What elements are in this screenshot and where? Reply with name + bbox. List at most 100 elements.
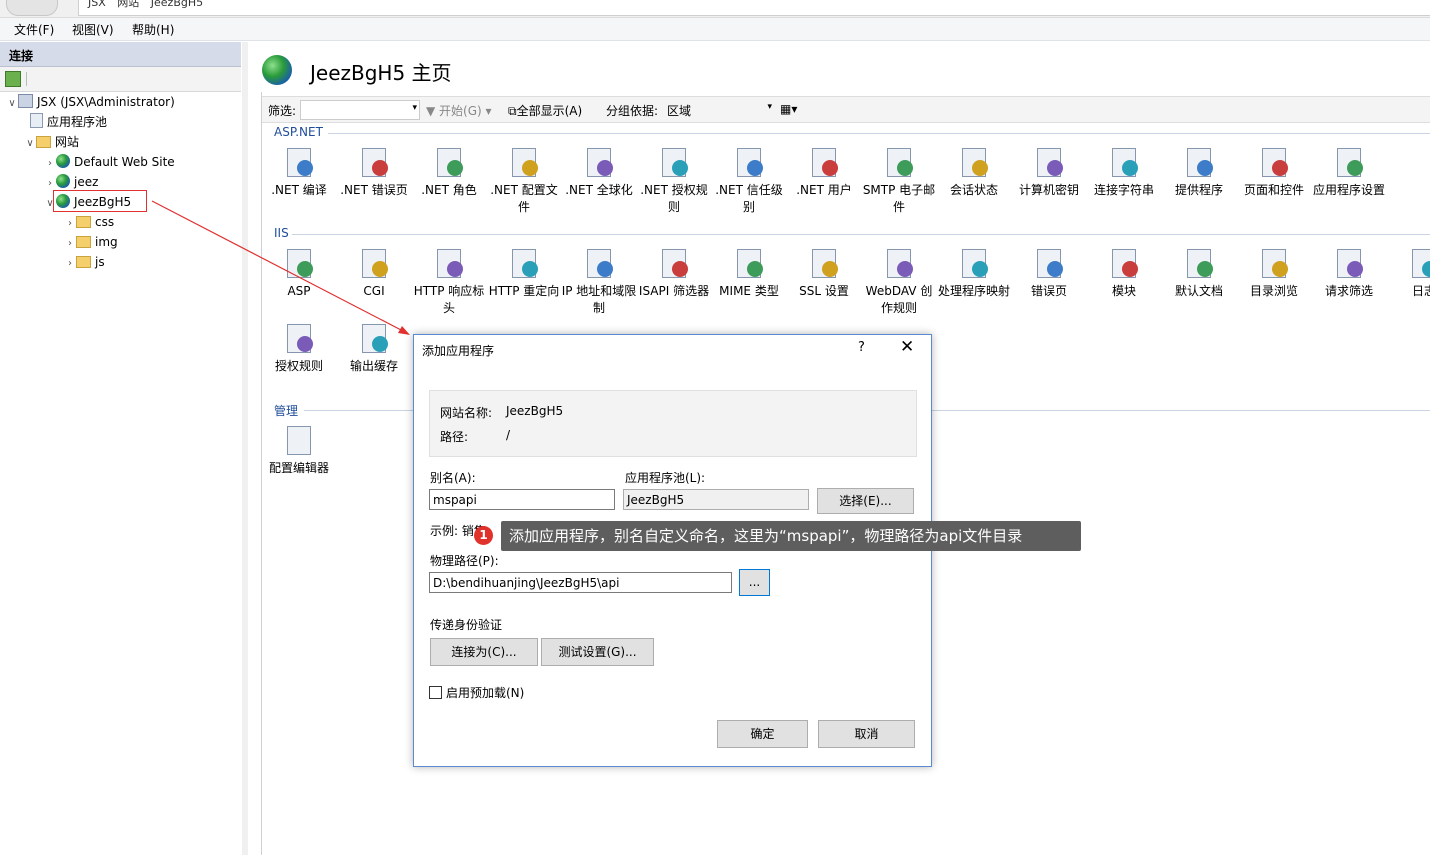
feature-label: 目录浏览: [1249, 284, 1298, 298]
group-by-value: 区域: [667, 104, 692, 118]
connections-panel: 连接 ∨ JSX (JSX\Administrator) 应用程序池 ∨ 网站 › D…: [0, 42, 243, 855]
select-app-pool-button[interactable]: 选择(E)...: [817, 488, 914, 514]
tree-folder-img[interactable]: › img: [64, 233, 118, 251]
crumb-server[interactable]: JSX: [88, 0, 106, 9]
tree-js-label: js: [95, 255, 105, 269]
feature-icon: [1408, 247, 1430, 279]
path-value: /: [506, 428, 511, 442]
expand-icon[interactable]: ›: [64, 235, 76, 253]
feature-item[interactable]: WebDAV 创作规则: [861, 247, 937, 317]
feature-item[interactable]: MIME 类型: [711, 247, 787, 300]
site-info-box: 网站名称: JeezBgH5 路径: /: [429, 390, 917, 457]
ok-button[interactable]: 确定: [717, 720, 808, 748]
feature-item[interactable]: IP 地址和域限制: [561, 247, 637, 317]
collapse-icon[interactable]: ∨: [6, 95, 18, 113]
feature-item[interactable]: 连接字符串: [1086, 146, 1162, 199]
test-settings-button[interactable]: 测试设置(G)...: [541, 638, 654, 666]
address-field[interactable]: [78, 0, 1430, 16]
feature-config-editor[interactable]: 配置编辑器: [261, 424, 337, 477]
feature-item[interactable]: 输出缓存: [336, 322, 412, 375]
feature-item[interactable]: .NET 授权规则: [636, 146, 712, 216]
tree-app-pools[interactable]: 应用程序池: [30, 113, 107, 131]
alias-label: 别名(A):: [430, 471, 476, 485]
feature-item[interactable]: HTTP 响应标头: [411, 247, 487, 317]
feature-icon: [1258, 247, 1290, 279]
menu-view[interactable]: 视图(V): [72, 21, 114, 38]
close-button[interactable]: ✕: [900, 337, 914, 357]
feature-item[interactable]: 日志: [1386, 247, 1430, 300]
feature-label: 模块: [1111, 284, 1136, 298]
group-by-select[interactable]: 区域 ▾: [664, 100, 774, 118]
menu-help[interactable]: 帮助(H): [132, 21, 174, 38]
feature-item[interactable]: 处理程序映射: [936, 247, 1012, 300]
feature-icon: [883, 146, 915, 178]
new-connection-icon[interactable]: [5, 71, 21, 87]
feature-item[interactable]: .NET 配置文件: [486, 146, 562, 216]
feature-item[interactable]: .NET 角色: [411, 146, 487, 199]
dialog-title: 添加应用程序: [422, 344, 495, 358]
feature-icon: [283, 247, 315, 279]
feature-item[interactable]: 默认文档: [1161, 247, 1237, 300]
back-forward-buttons[interactable]: [6, 0, 58, 16]
feature-item[interactable]: .NET 编译: [261, 146, 337, 199]
show-all-button[interactable]: ⧉全部显示(A): [508, 102, 582, 119]
feature-item[interactable]: .NET 信任级别: [711, 146, 787, 216]
filter-go-button[interactable]: ▼ 开始(G) ▾: [426, 102, 492, 119]
feature-item[interactable]: HTTP 重定向: [486, 247, 562, 300]
pass-through-label: 传递身份验证: [430, 618, 503, 632]
feature-item[interactable]: .NET 全球化: [561, 146, 637, 199]
expand-icon[interactable]: ›: [64, 255, 76, 273]
globe-icon: [56, 154, 70, 168]
tree-site-jeez[interactable]: › jeez: [44, 173, 98, 191]
feature-icon: [508, 146, 540, 178]
tree-folder-js[interactable]: › js: [64, 253, 105, 271]
feature-item[interactable]: 模块: [1086, 247, 1162, 300]
feature-item[interactable]: 页面和控件: [1236, 146, 1312, 199]
feature-item[interactable]: 错误页: [1011, 247, 1087, 300]
feature-label: 页面和控件: [1243, 183, 1304, 197]
feature-item[interactable]: SMTP 电子邮件: [861, 146, 937, 216]
feature-item[interactable]: 提供程序: [1161, 146, 1237, 199]
alias-input[interactable]: mspapi: [429, 489, 615, 510]
feature-item[interactable]: 计算机密钥: [1011, 146, 1087, 199]
feature-item[interactable]: .NET 错误页: [336, 146, 412, 199]
server-icon: [18, 94, 33, 108]
view-mode-button[interactable]: ▦▾: [780, 102, 797, 116]
feature-item[interactable]: SSL 设置: [786, 247, 862, 300]
expand-icon[interactable]: ›: [44, 155, 56, 173]
tree-app-pools-label: 应用程序池: [47, 115, 108, 129]
physical-path-label: 物理路径(P):: [430, 554, 499, 568]
sites-folder-icon: [36, 136, 51, 148]
tree-default-site[interactable]: › Default Web Site: [44, 153, 175, 171]
feature-item[interactable]: 会话状态: [936, 146, 1012, 199]
tree-default-site-label: Default Web Site: [74, 155, 175, 169]
crumb-site[interactable]: JeezBgH5: [151, 0, 203, 9]
feature-item[interactable]: 请求筛选: [1311, 247, 1387, 300]
help-button[interactable]: ?: [858, 340, 865, 355]
collapse-icon[interactable]: ∨: [24, 135, 36, 153]
cancel-button[interactable]: 取消: [818, 720, 915, 748]
feature-item[interactable]: CGI: [336, 247, 412, 300]
feature-item[interactable]: .NET 用户: [786, 146, 862, 199]
connect-as-button[interactable]: 连接为(C)...: [430, 638, 538, 666]
expand-icon[interactable]: ›: [64, 215, 76, 233]
preload-checkbox[interactable]: [429, 686, 442, 699]
globe-icon: [56, 174, 70, 188]
tree-server[interactable]: ∨ JSX (JSX\Administrator): [6, 93, 175, 111]
feature-item[interactable]: ISAPI 筛选器: [636, 247, 712, 300]
feature-item[interactable]: 授权规则: [261, 322, 337, 375]
crumb-sites[interactable]: 网站: [117, 0, 139, 9]
filter-input[interactable]: ▾: [300, 100, 420, 120]
annotation-badge: 1: [474, 526, 493, 545]
feature-item[interactable]: ASP: [261, 247, 337, 300]
physical-path-input[interactable]: D:\bendihuanjing\JeezBgH5\api: [429, 572, 732, 593]
annotation-tooltip: 添加应用程序，别名自定义命名，这里为“mspapi”，物理路径为api文件目录: [501, 521, 1081, 551]
feature-item[interactable]: 目录浏览: [1236, 247, 1312, 300]
browse-button[interactable]: ...: [739, 569, 770, 596]
feature-icon: [1258, 146, 1290, 178]
menu-file[interactable]: 文件(F): [14, 21, 54, 38]
feature-item[interactable]: 应用程序设置: [1311, 146, 1387, 199]
tree-folder-css[interactable]: › css: [64, 213, 114, 231]
feature-icon: [433, 146, 465, 178]
tree-sites[interactable]: ∨ 网站: [24, 133, 79, 151]
